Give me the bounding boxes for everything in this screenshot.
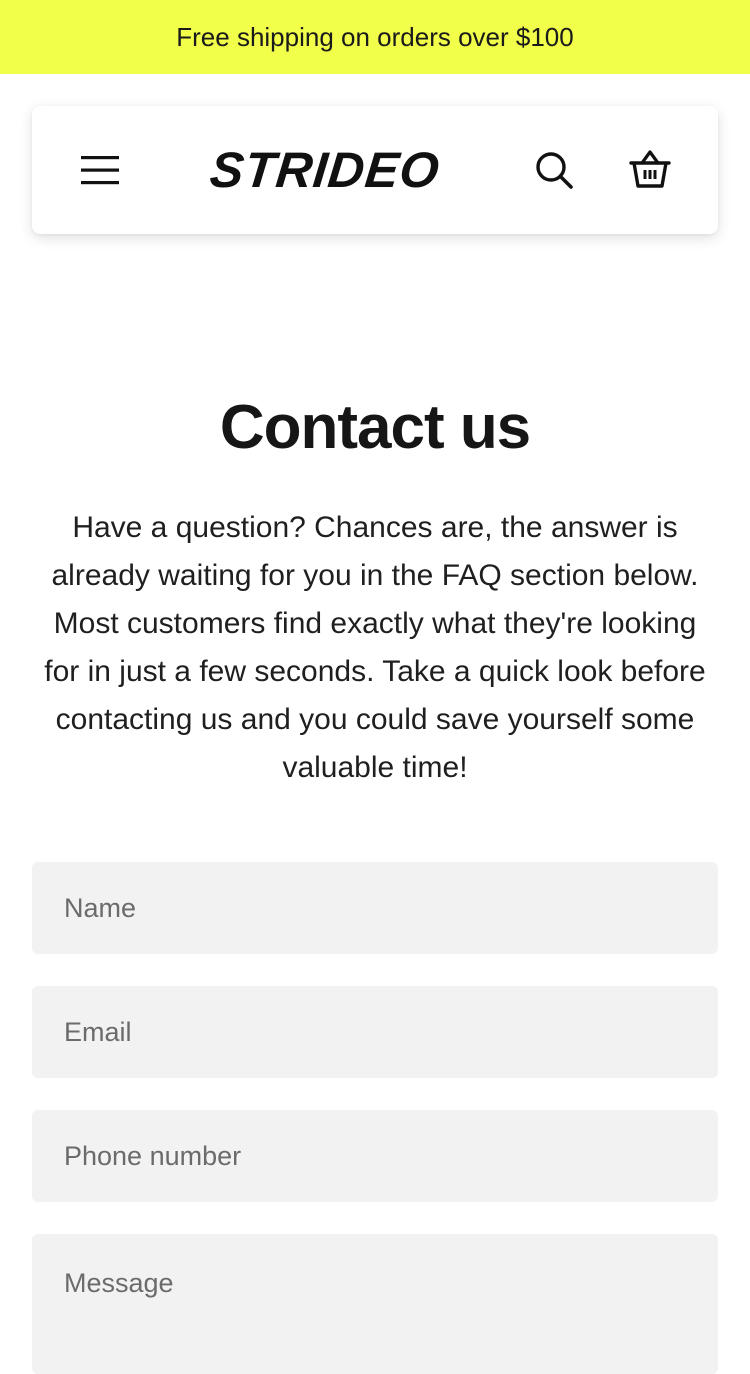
brand-logo[interactable]: STRIDEO [201, 140, 449, 200]
announcement-bar: Free shipping on orders over $100 [0, 0, 750, 74]
phone-field[interactable] [32, 1110, 718, 1202]
menu-button[interactable] [78, 150, 122, 190]
search-icon [536, 152, 573, 189]
cart-button[interactable] [627, 146, 673, 192]
message-field[interactable] [32, 1234, 718, 1374]
search-button[interactable] [532, 148, 576, 192]
intro-text: Have a question? Chances are, the answer… [44, 511, 706, 784]
announcement-text: Free shipping on orders over $100 [176, 21, 574, 52]
name-field[interactable] [32, 862, 718, 954]
shopping-basket-icon [629, 150, 671, 188]
page-title: Contact us [219, 393, 531, 462]
site-header: STRIDEO [32, 106, 718, 234]
email-field[interactable] [32, 986, 718, 1078]
hamburger-menu-icon [81, 156, 119, 185]
